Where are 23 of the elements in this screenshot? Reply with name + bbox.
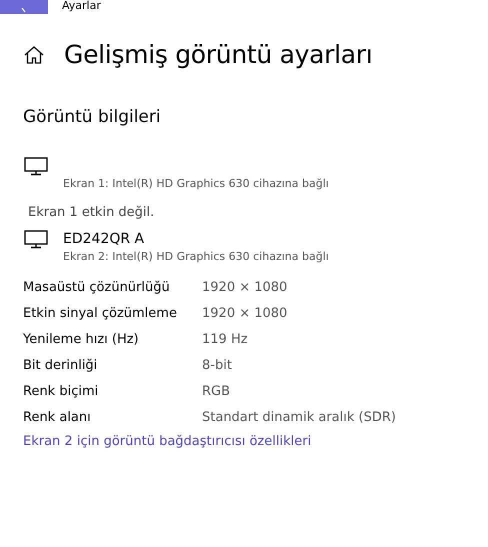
home-icon[interactable]	[24, 46, 44, 64]
property-label: Renk alanı	[23, 409, 92, 427]
property-label: Etkin sinyal çözümleme	[23, 305, 178, 323]
display-name: ED242QR A	[63, 230, 146, 249]
property-label: Masaüstü çözünürlüğü	[23, 279, 171, 297]
property-value: 1920 × 1080	[202, 305, 288, 323]
monitor-icon	[24, 230, 48, 249]
section-title: Görüntü bilgileri	[23, 107, 162, 127]
property-value: 8-bit	[202, 357, 233, 375]
property-value: RGB	[202, 383, 232, 401]
monitor-icon	[24, 157, 48, 176]
page-title: Gelişmiş görüntü ayarları	[64, 40, 372, 69]
window-title: Ayarlar	[62, 0, 101, 12]
property-value: Standart dinamik aralık (SDR)	[202, 409, 397, 427]
display-adapter-text: Ekran 2: Intel(R) HD Graphics 630 cihazına bağlı	[63, 249, 330, 264]
adapter-properties-link[interactable]: Ekran 2 için görüntü bağdaştırıcısı özellikleri	[23, 434, 312, 449]
property-value: 1920 × 1080	[202, 279, 288, 297]
display-status-text: Ekran 1 etkin değil.	[28, 205, 156, 220]
property-value: 119 Hz	[202, 331, 249, 349]
display-adapter-text: Ekran 1: Intel(R) HD Graphics 630 cihazına bağlı	[63, 176, 330, 191]
property-label: Renk biçimi	[23, 383, 100, 401]
property-label: Bit derinliği	[23, 357, 98, 375]
property-label: Yenileme hızı (Hz)	[23, 331, 140, 349]
